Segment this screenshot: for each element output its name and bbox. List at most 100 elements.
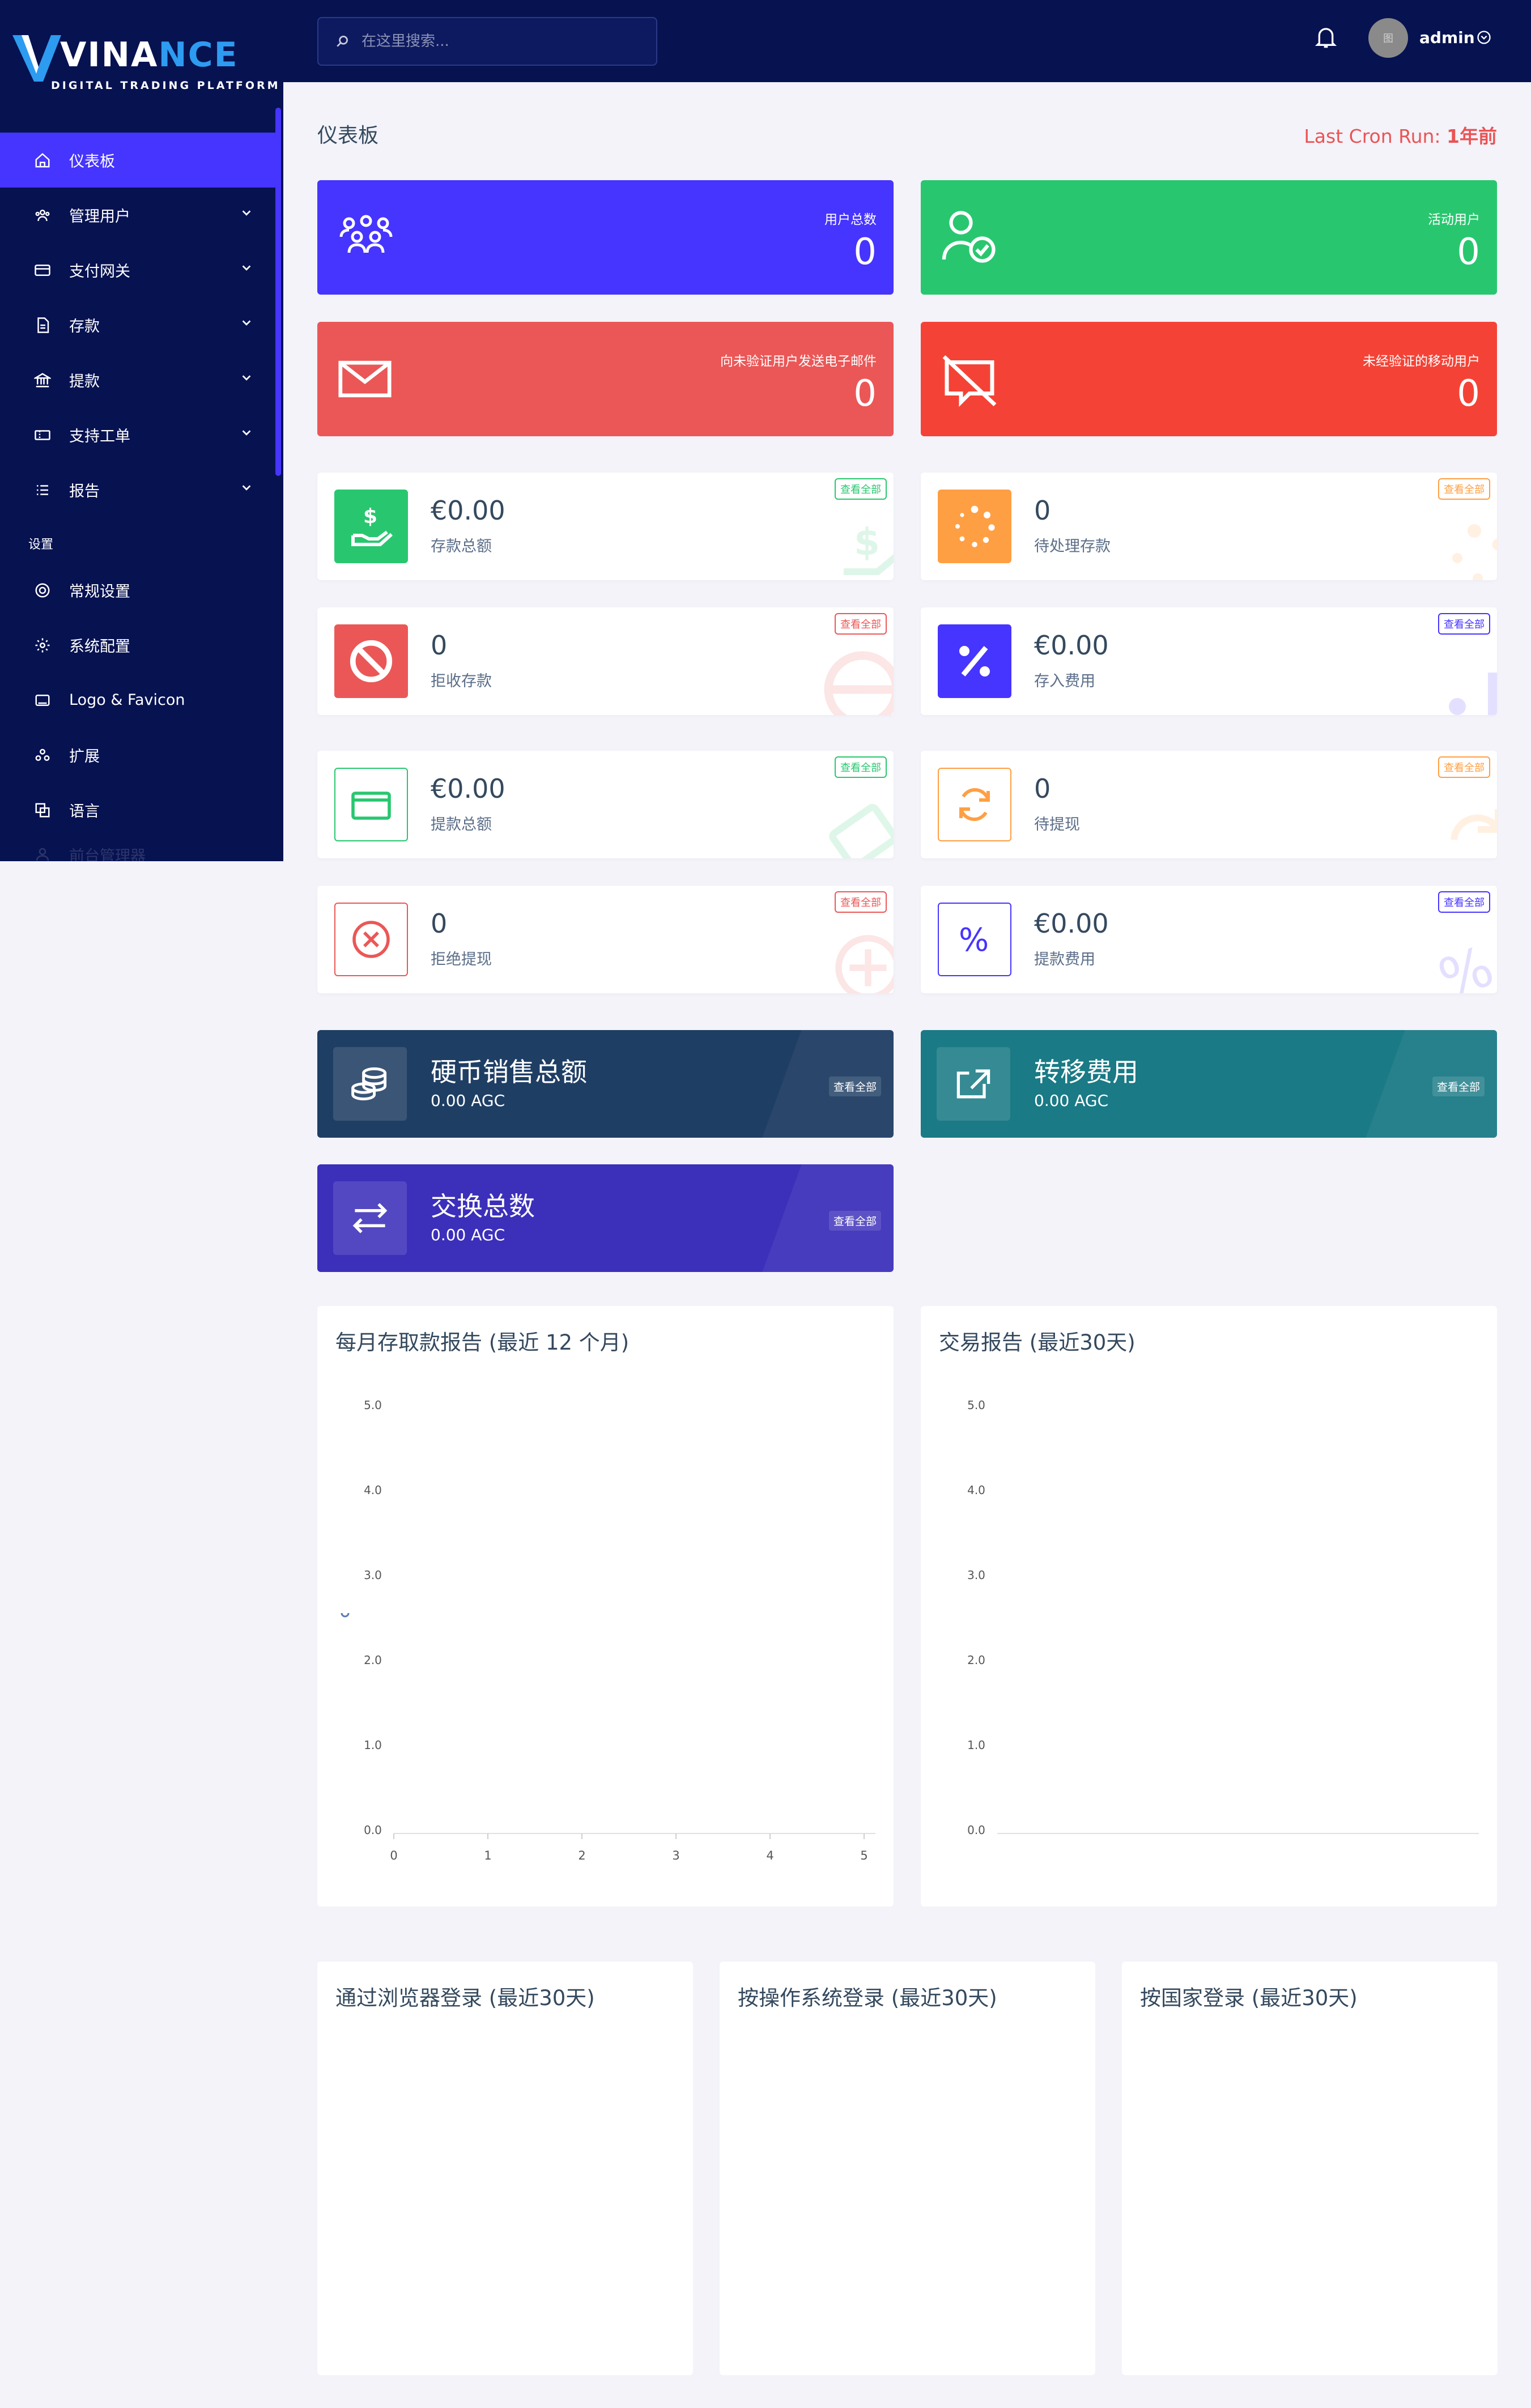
sidebar-item-general-settings[interactable]: 常规设置	[0, 563, 275, 618]
chevron-down-icon	[242, 430, 251, 436]
credit-card-icon	[33, 261, 52, 280]
view-all-button[interactable]: 查看全部	[828, 1211, 881, 1231]
search-input[interactable]	[362, 33, 645, 50]
user-icon	[33, 845, 52, 864]
sidebar-item-dashboard[interactable]: 仪表板	[0, 133, 275, 188]
ban-icon	[824, 651, 894, 715]
chevron-down-icon	[242, 485, 251, 491]
x-tick-label: 2	[578, 1849, 585, 1862]
sidebar-item-system-config[interactable]: 系统配置	[0, 618, 275, 673]
credit-card-icon	[334, 768, 408, 841]
view-all-button[interactable]: 查看全部	[1438, 756, 1490, 778]
sidebar-item-manage-users[interactable]: 管理用户	[0, 188, 275, 242]
y-tick-label: 0.0	[967, 1823, 985, 1837]
sidebar-item-reports[interactable]: 报告	[0, 462, 275, 517]
y-tick-label: 0.0	[364, 1823, 382, 1837]
percent-icon	[938, 624, 1011, 698]
chevron-down-icon	[242, 375, 251, 381]
svg-text:$: $	[854, 520, 880, 564]
stat-email-unverified[interactable]: 向未验证用户发送电子邮件 0	[317, 322, 894, 436]
x-tick-label: 4	[766, 1849, 773, 1862]
sidebar-item-frontend-manager[interactable]: 前台管理器	[0, 837, 275, 871]
percent-icon: %	[938, 903, 1011, 976]
view-all-button[interactable]: 查看全部	[835, 478, 887, 500]
view-all-button[interactable]: 查看全部	[828, 1077, 881, 1096]
sidebar-scrollbar[interactable]	[275, 108, 281, 476]
brand-name: VINANCE	[60, 35, 239, 75]
coins-icon	[333, 1047, 407, 1121]
search-box[interactable]	[317, 17, 657, 66]
gear-icon	[33, 636, 52, 655]
x-tick-label: 1	[484, 1849, 491, 1862]
mobile-slash-icon	[942, 355, 997, 407]
svg-text:$: $	[363, 505, 377, 528]
chart-login-by-os: 按操作系统登录 (最近30天)	[720, 1962, 1095, 2375]
view-all-button[interactable]: 查看全部	[835, 891, 887, 913]
y-tick-label: 2.0	[364, 1653, 382, 1667]
view-all-button[interactable]: 查看全部	[835, 756, 887, 778]
y-tick-label: 4.0	[364, 1483, 382, 1497]
y-tick-label: 2.0	[967, 1653, 985, 1667]
widget-pending-deposit[interactable]: 0 待处理存款 查看全部	[921, 473, 1497, 580]
widget-total-exchanges[interactable]: 交换总数 0.00 AGC 查看全部	[317, 1164, 894, 1272]
credit-card-icon	[829, 803, 894, 858]
life-ring-icon	[33, 581, 52, 600]
bell-icon[interactable]	[1315, 25, 1337, 50]
sidebar: VINANCE DIGITAL TRADING PLATFORM 仪表板 管理用…	[0, 0, 283, 865]
top-navbar: 图 admin	[283, 0, 1531, 82]
view-all-button[interactable]: 查看全部	[1432, 1077, 1485, 1096]
sidebar-item-support-tickets[interactable]: 支持工单	[0, 407, 275, 462]
view-all-button[interactable]: 查看全部	[835, 613, 887, 635]
last-cron-run: Last Cron Run: 1年前	[1304, 125, 1497, 147]
loading-indicator	[341, 1613, 350, 1618]
times-circle-icon	[835, 935, 894, 993]
sidebar-section-settings: 设置	[28, 538, 54, 552]
sidebar-item-language[interactable]: 语言	[0, 782, 275, 837]
sidebar-item-extensions[interactable]: 扩展	[0, 727, 275, 782]
widget-withdrawal-charge[interactable]: % €0.00 提款费用 查看全部 %	[921, 886, 1497, 993]
widget-rejected-deposit[interactable]: 0 拒收存款 查看全部	[317, 607, 894, 715]
avatar[interactable]: 图	[1368, 18, 1408, 58]
users-group-icon	[339, 215, 393, 253]
admin-username[interactable]: admin	[1419, 28, 1475, 47]
y-tick-label: 3.0	[364, 1568, 382, 1582]
y-tick-label: 4.0	[967, 1483, 985, 1497]
sidebar-item-deposits[interactable]: 存款	[0, 297, 275, 352]
widget-total-deposit[interactable]: $ €0.00 存款总额 查看全部 $	[317, 473, 894, 580]
y-tick-label: 1.0	[364, 1738, 382, 1752]
chart-monthly-deposit-withdraw: 每月存取款报告 (最近 12 个月) 0.0 1.0 2.0 3.0 4.0 5.0 0 1 2…	[317, 1306, 894, 1907]
view-all-button[interactable]: 查看全部	[1438, 891, 1490, 913]
stat-mobile-unverified[interactable]: 未经验证的移动用户 0	[921, 322, 1497, 436]
language-icon	[33, 801, 52, 820]
users-icon	[33, 206, 52, 225]
hand-dollar-icon: $	[334, 490, 408, 563]
chevron-down-icon	[242, 320, 251, 326]
sidebar-item-logo-favicon[interactable]: Logo & Favicon	[0, 673, 275, 727]
y-tick-label: 5.0	[364, 1398, 382, 1412]
exchange-icon	[333, 1181, 407, 1255]
brand-logo-icon	[12, 35, 61, 82]
widget-pending-withdrawal[interactable]: 0 待提现 查看全部	[921, 751, 1497, 858]
y-tick-label: 1.0	[967, 1738, 985, 1752]
view-all-button[interactable]: 查看全部	[1438, 478, 1490, 500]
brand-tagline: DIGITAL TRADING PLATFORM	[51, 79, 280, 92]
sidebar-item-payment-gateways[interactable]: 支付网关	[0, 242, 275, 297]
widget-deposit-charge[interactable]: €0.00 存入费用 查看全部	[921, 607, 1497, 715]
svg-text:%: %	[959, 922, 989, 959]
monthly-chart-svg: 0.0 1.0 2.0 3.0 4.0 5.0 0 1 2 3 4 5	[341, 1398, 875, 1862]
stat-total-users[interactable]: 用户总数 0	[317, 180, 894, 295]
stat-active-users[interactable]: 活动用户 0	[921, 180, 1497, 295]
brand-logo[interactable]: VINANCE DIGITAL TRADING PLATFORM	[11, 23, 278, 92]
chevron-down-circle-icon[interactable]	[1476, 29, 1492, 45]
widget-total-withdrawal[interactable]: €0.00 提款总额 查看全部	[317, 751, 894, 858]
envelope-icon	[338, 360, 392, 398]
sidebar-item-withdrawals[interactable]: 提款	[0, 352, 275, 407]
y-tick-label: 3.0	[967, 1568, 985, 1582]
view-all-button[interactable]: 查看全部	[1438, 613, 1490, 635]
widget-coin-sales[interactable]: 硬币销售总额 0.00 AGC 查看全部	[317, 1030, 894, 1138]
chevron-down-icon	[242, 265, 251, 271]
widget-rejected-withdrawal[interactable]: 0 拒绝提现 查看全部	[317, 886, 894, 993]
share-icon	[937, 1047, 1010, 1121]
widget-transfer-fees[interactable]: 转移费用 0.00 AGC 查看全部	[921, 1030, 1497, 1138]
list-icon	[33, 480, 52, 500]
